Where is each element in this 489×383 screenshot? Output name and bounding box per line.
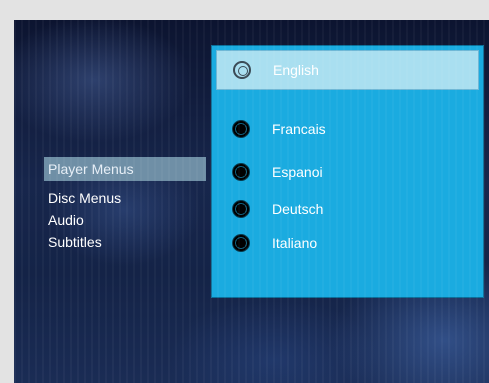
language-label: English (273, 62, 319, 78)
language-label: Italiano (272, 235, 318, 251)
language-label: Deutsch (272, 201, 324, 217)
language-option-francais[interactable]: Francais (216, 110, 479, 148)
language-selection-panel: English Francais Espanoi Deutsch Italian… (211, 45, 484, 298)
language-label: Espanoi (272, 164, 323, 180)
menu-item-player-menus[interactable]: Player Menus (44, 157, 206, 181)
radio-icon (232, 163, 250, 181)
radio-icon (232, 234, 250, 252)
settings-menu: Player Menus Disc Menus Audio Subtitles (44, 157, 206, 253)
radio-icon (232, 120, 250, 138)
radio-icon (232, 200, 250, 218)
language-option-english[interactable]: English (216, 50, 479, 90)
menu-item-disc-menus[interactable]: Disc Menus (44, 187, 206, 209)
menu-item-audio[interactable]: Audio (44, 209, 206, 231)
language-label: Francais (272, 121, 326, 137)
menu-item-subtitles[interactable]: Subtitles (44, 231, 206, 253)
language-option-espanoi[interactable]: Espanoi (216, 153, 479, 191)
language-option-deutsch[interactable]: Deutsch (216, 190, 479, 228)
radio-selected-icon (233, 61, 251, 79)
dvd-menu-screen: Player Menus Disc Menus Audio Subtitles … (14, 20, 489, 383)
language-option-italiano[interactable]: Italiano (216, 224, 479, 262)
